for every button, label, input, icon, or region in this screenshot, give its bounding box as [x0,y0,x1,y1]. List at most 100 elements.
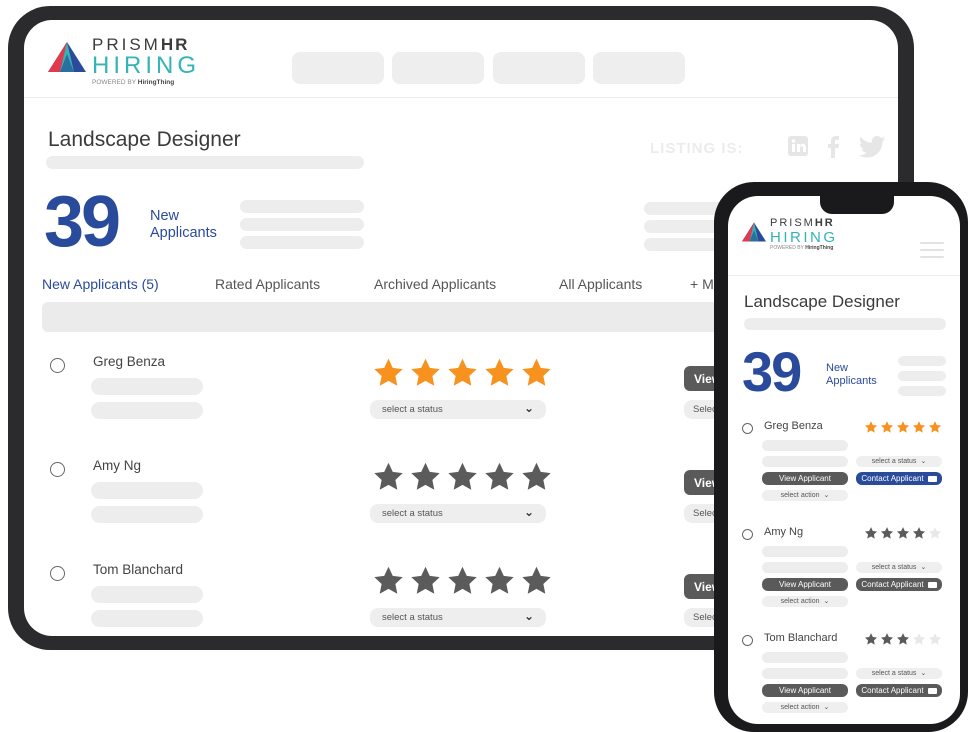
star-icon[interactable] [446,356,479,389]
chevron-down-icon: ⌄ [920,564,927,571]
tab-more[interactable]: + M [690,276,714,292]
select-applicant-radio[interactable] [742,529,753,540]
star-icon[interactable] [483,564,516,597]
list-item: Tom Blanchard select a status ⌄ View Applic… [728,630,960,724]
star-icon[interactable] [409,356,442,389]
applicant-detail-placeholder [762,456,848,467]
star-icon[interactable] [896,526,910,540]
logo-powered-by: POWERED BY HiringThing [770,245,834,251]
status-select-label: select a status [871,564,917,571]
star-icon[interactable] [520,460,553,493]
star-icon[interactable] [409,460,442,493]
star-icon[interactable] [372,356,405,389]
star-icon[interactable] [912,420,926,434]
stat-placeholder-2 [240,218,364,231]
star-rating[interactable] [372,356,553,389]
star-icon[interactable] [928,632,942,646]
brand-logo-mobile[interactable]: PRISMHR HIRING POWERED BY HiringThing [742,218,838,251]
contact-applicant-button[interactable]: Contact Applicant [856,684,942,697]
linkedin-icon[interactable] [788,136,808,162]
action-select[interactable]: select action ⌄ [762,490,848,501]
star-rating[interactable] [864,420,942,434]
star-icon[interactable] [928,420,942,434]
stat-placeholder-mobile-2 [898,371,946,381]
star-icon[interactable] [520,564,553,597]
star-icon[interactable] [864,526,878,540]
applicant-name[interactable]: Greg Benza [93,354,165,369]
logo-prism-hr: PRISMHR [770,217,835,229]
star-icon[interactable] [483,460,516,493]
select-applicant-radio[interactable] [50,566,65,581]
star-icon[interactable] [928,526,942,540]
contact-applicant-button[interactable]: Contact Applicant [856,472,942,485]
applicant-detail-placeholder [91,586,203,603]
star-icon[interactable] [446,460,479,493]
action-select[interactable]: select action ⌄ [762,596,848,607]
brand-logo[interactable]: PRISMHR HIRING POWERED BY HiringThing [48,36,200,87]
nav-placeholder-1[interactable] [292,52,384,84]
select-applicant-radio[interactable] [742,423,753,434]
applicant-name[interactable]: Greg Benza [764,420,823,432]
applicant-name[interactable]: Amy Ng [764,526,803,538]
view-applicant-button[interactable]: View Applicant [762,472,848,485]
tab-all-applicants[interactable]: All Applicants [559,276,642,292]
status-select[interactable]: select a status ⌄ [856,668,942,679]
hamburger-menu-icon[interactable] [920,242,944,263]
star-rating[interactable] [864,632,942,646]
envelope-icon [927,687,937,694]
action-select-label: select action [780,704,820,711]
contact-applicant-button[interactable]: Contact Applicant [856,578,942,591]
action-select[interactable]: select action ⌄ [762,702,848,713]
star-icon[interactable] [864,632,878,646]
star-icon[interactable] [912,632,926,646]
applicant-detail-placeholder [91,378,203,395]
star-rating[interactable] [372,460,553,493]
status-select[interactable]: select a status ⌄ [856,456,942,467]
star-icon[interactable] [896,420,910,434]
nav-placeholder-2[interactable] [392,52,484,84]
select-applicant-radio[interactable] [50,358,65,373]
star-icon[interactable] [520,356,553,389]
status-select[interactable]: select a status ⌄ [370,504,546,523]
star-rating[interactable] [372,564,553,597]
applicant-name[interactable]: Tom Blanchard [764,632,837,644]
status-select-label: select a status [382,508,443,519]
nav-placeholder-4[interactable] [593,52,685,84]
star-icon[interactable] [896,632,910,646]
star-icon[interactable] [880,420,894,434]
star-icon[interactable] [880,526,894,540]
view-applicant-button[interactable]: View Applicant [762,684,848,697]
star-icon[interactable] [483,356,516,389]
select-applicant-radio[interactable] [742,635,753,646]
action-select-label: select action [780,492,820,499]
applicant-detail-placeholder [91,402,203,419]
twitter-icon[interactable] [858,136,886,164]
prism-logo-icon [48,42,86,72]
job-title-mobile: Landscape Designer [744,292,900,311]
nav-placeholder-3[interactable] [493,52,585,84]
status-select-label: select a status [382,612,443,623]
facebook-icon[interactable] [826,136,840,164]
applicant-detail-placeholder [91,610,203,627]
star-icon[interactable] [372,564,405,597]
new-applicants-label-mobile: New Applicants [826,362,877,387]
status-select[interactable]: select a status ⌄ [370,400,546,419]
applicant-name[interactable]: Tom Blanchard [93,562,183,577]
star-icon[interactable] [409,564,442,597]
contact-applicant-label: Contact Applicant [861,686,924,695]
star-icon[interactable] [880,632,894,646]
tab-new-applicants[interactable]: New Applicants (5) [42,276,159,292]
view-applicant-button[interactable]: View Applicant [762,578,848,591]
chevron-down-icon: ⌄ [523,401,534,415]
star-icon[interactable] [446,564,479,597]
status-select[interactable]: select a status ⌄ [856,562,942,573]
star-icon[interactable] [372,460,405,493]
applicant-name[interactable]: Amy Ng [93,458,141,473]
select-applicant-radio[interactable] [50,462,65,477]
tab-archived-applicants[interactable]: Archived Applicants [374,276,496,292]
status-select[interactable]: select a status ⌄ [370,608,546,627]
tab-rated-applicants[interactable]: Rated Applicants [215,276,320,292]
star-rating[interactable] [864,526,942,540]
star-icon[interactable] [864,420,878,434]
star-icon[interactable] [912,526,926,540]
